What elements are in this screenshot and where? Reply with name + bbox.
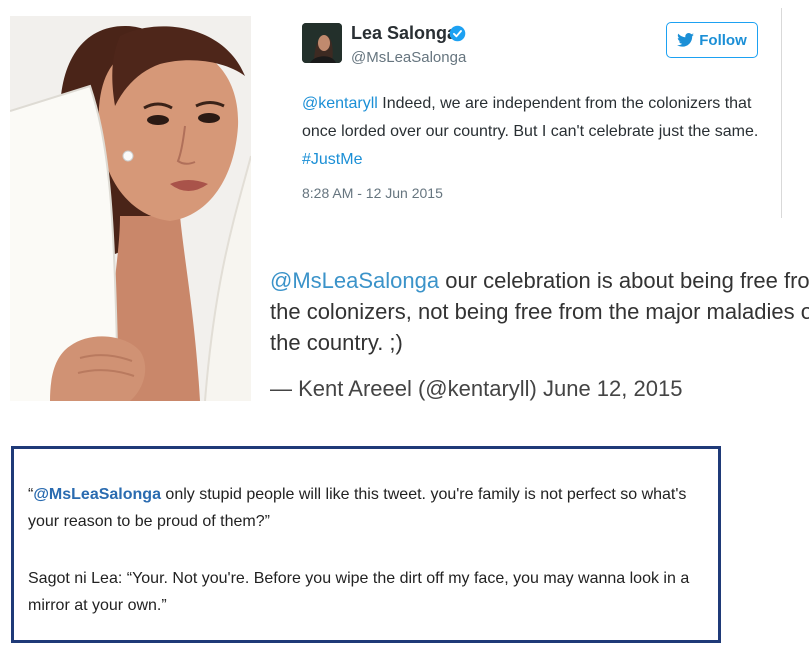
reply-quote-box: “@MsLeaSalonga only stupid people will l… [11,446,721,643]
lea-answer: Sagot ni Lea: “Your. Not you're. Before … [28,565,689,619]
lea-answer-line-2: mirror at your own.” [28,597,167,614]
tweet-text-line-1: Indeed, we are independent from the colo… [377,95,752,112]
embedded-mention-link[interactable]: @MsLeaSalonga [270,268,439,293]
twitter-bird-icon [677,33,695,47]
embedded-line-3: the country. ;) [270,330,403,355]
tweet-mention-link[interactable]: @kentaryll [302,95,378,112]
hashtag-link[interactable]: #JustMe [302,151,362,168]
quoted-reply-line-2: your reason to be proud of them?” [28,513,270,530]
embedded-attribution: — Kent Areeel (@kentaryll) June 12, 2015 [270,376,683,401]
reply-mention-link[interactable]: @MsLeaSalonga [33,486,161,503]
embedded-line-1: our celebration is about being free from [439,268,809,293]
embedded-tweet-quote: @MsLeaSalonga our celebration is about b… [270,265,809,358]
tweet-text-line-2: once lorded over our country. But I can'… [302,123,759,140]
lea-answer-line-1: Sagot ni Lea: “Your. Not you're. Before … [28,570,690,587]
follow-button[interactable]: Follow [666,22,758,58]
verified-badge-icon [449,25,466,42]
follow-label: Follow [699,31,747,49]
quoted-reply-line-1: only stupid people will like this tweet.… [160,486,687,503]
user-handle[interactable]: @MsLeaSalonga [351,49,466,66]
avatar[interactable] [302,23,342,63]
display-name[interactable]: Lea Salonga [351,23,457,44]
tweet-text: @kentaryll Indeed, we are independent fr… [302,90,772,174]
quoted-reply: “@MsLeaSalonga only stupid people will l… [28,481,686,535]
tweet-timestamp[interactable]: 8:28 AM - 12 Jun 2015 [302,185,443,201]
tweet-card: Lea Salonga @MsLeaSalonga Follow @kentar… [289,8,782,218]
embedded-line-2: the colonizers, not being free from the … [270,299,809,324]
portrait-photo [10,16,251,401]
